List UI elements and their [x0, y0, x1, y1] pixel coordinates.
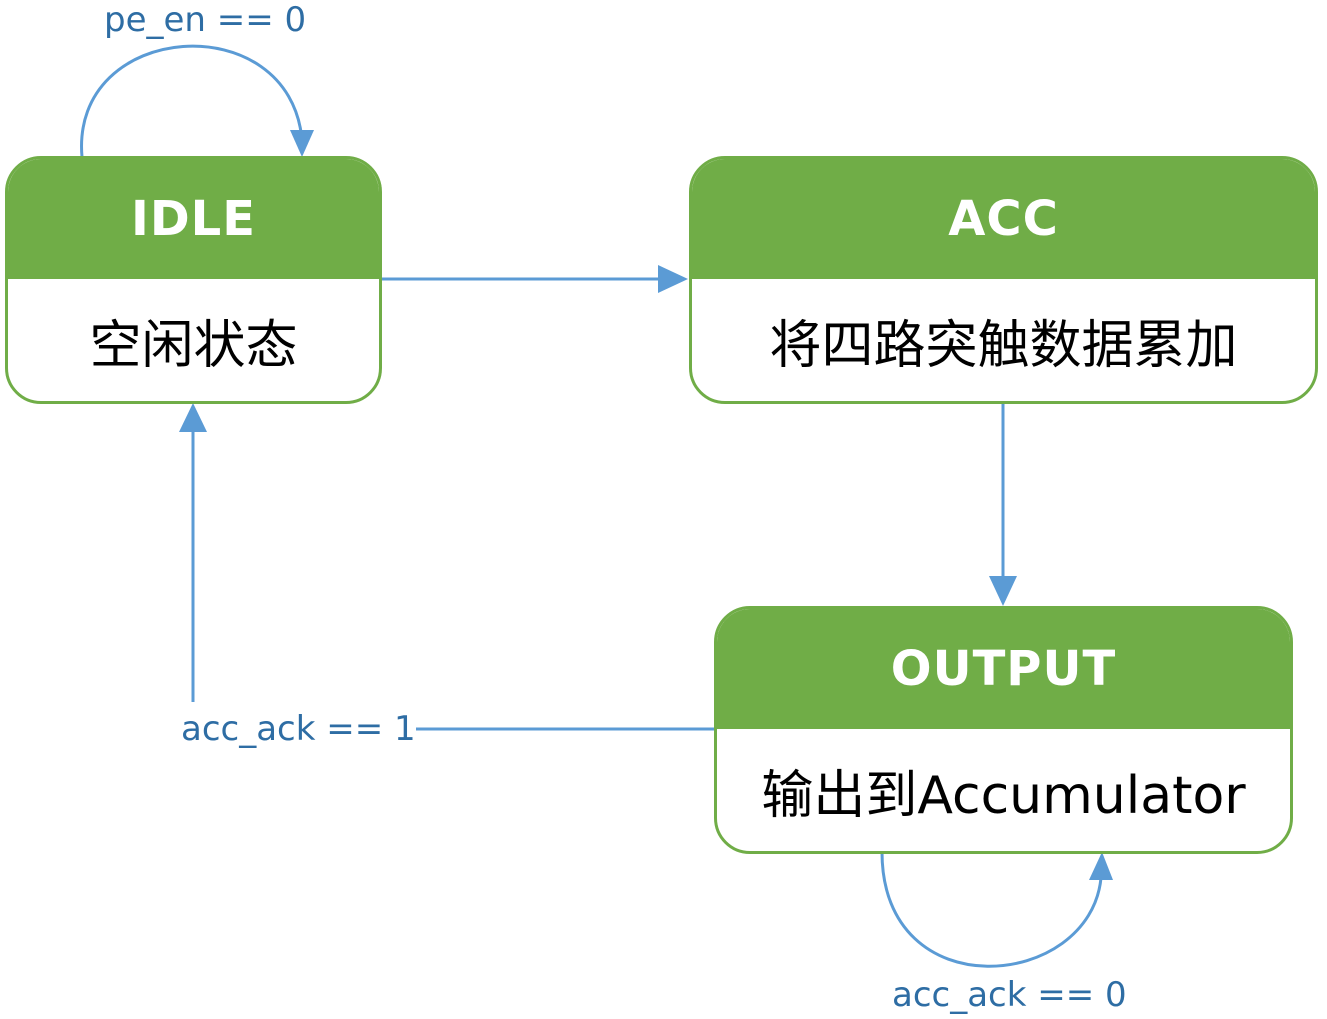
- state-acc-description: 将四路突触数据累加: [769, 316, 1238, 376]
- output-self-loop-label: acc_ack == 0: [892, 975, 1127, 1015]
- acc-to-output-arrowhead: [989, 576, 1017, 606]
- state-diagram-canvas: [80, 44, 1113, 968]
- output-self-loop-arrowhead: [1089, 852, 1113, 880]
- idle-self-loop-arrowhead: [290, 130, 314, 157]
- state-idle-description: 空闲状态: [89, 316, 298, 376]
- state-output-description: 输出到Accumulator: [761, 766, 1246, 826]
- state-output-title: OUTPUT: [717, 609, 1290, 729]
- state-acc-title: ACC: [692, 159, 1315, 279]
- state-acc: ACC 将四路突触数据累加: [689, 156, 1318, 404]
- idle-self-loop-arrow: [80, 44, 304, 158]
- state-idle-title: IDLE: [8, 159, 379, 279]
- state-idle: IDLE 空闲状态: [5, 156, 382, 404]
- state-output: OUTPUT 输出到Accumulator: [714, 606, 1293, 854]
- idle-self-loop-label: pe_en == 0: [104, 0, 307, 40]
- idle-to-acc-arrowhead: [658, 265, 688, 293]
- output-to-idle-label: acc_ack == 1: [181, 709, 416, 749]
- output-self-loop-arrow: [880, 851, 1103, 968]
- output-to-idle-arrowhead: [179, 403, 207, 432]
